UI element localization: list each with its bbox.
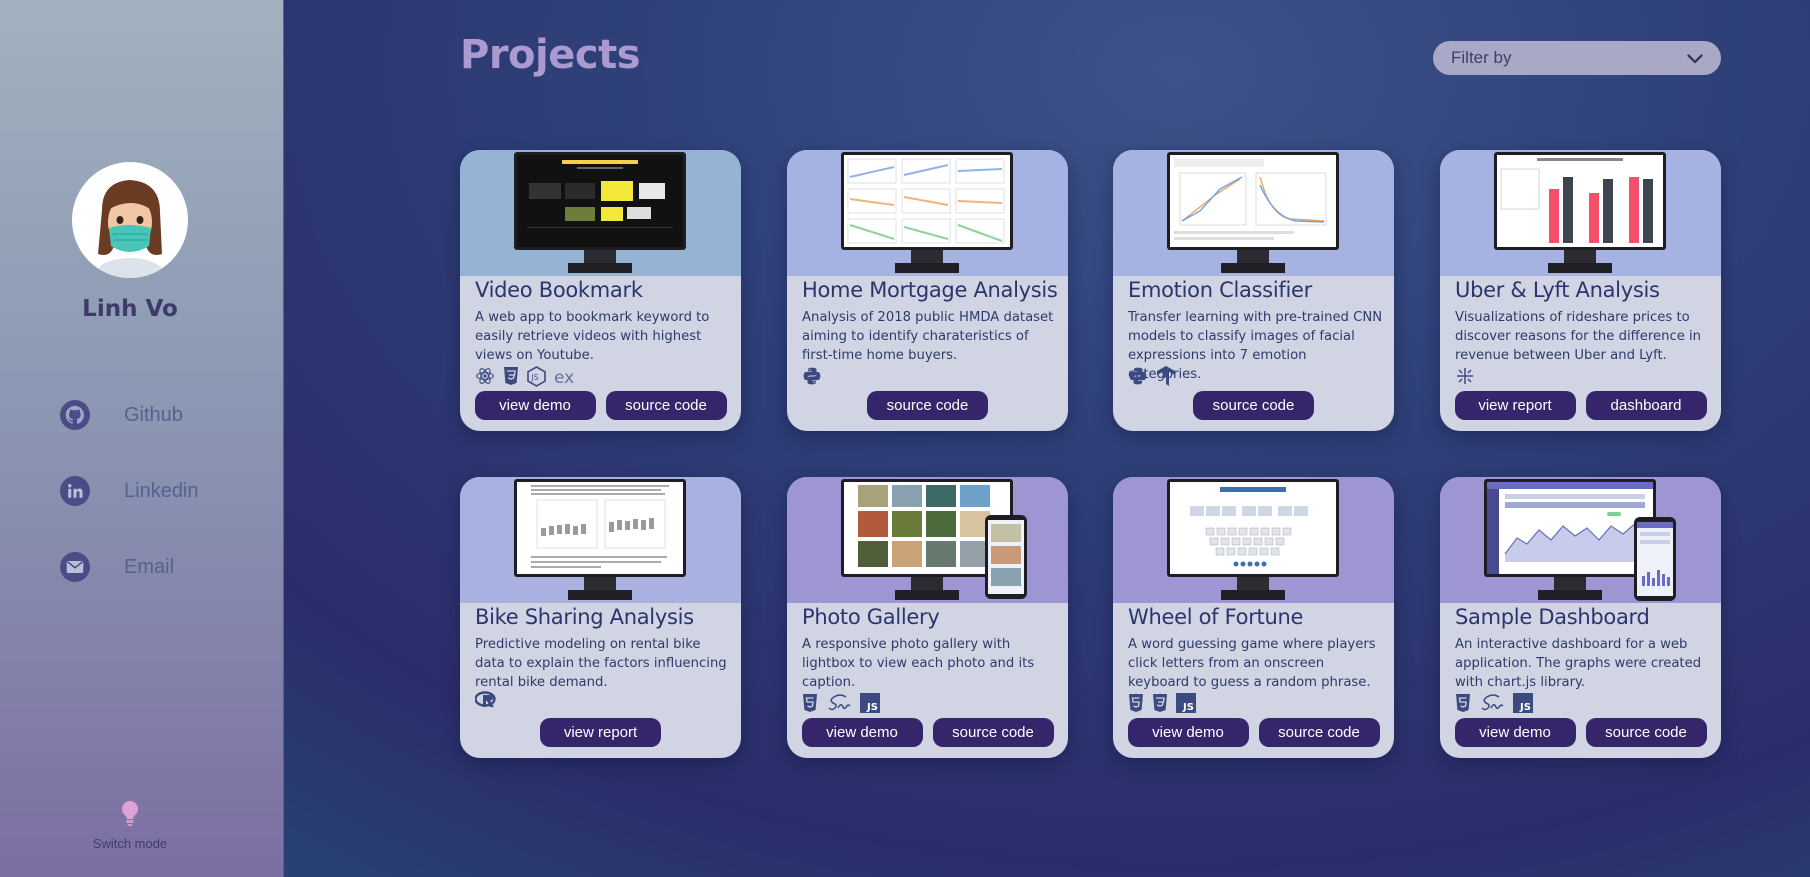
svg-text:JS: JS <box>531 373 539 382</box>
view-report-button[interactable]: view report <box>540 718 661 747</box>
switch-mode-button[interactable]: Switch mode <box>70 800 190 851</box>
filter-label: Filter by <box>1451 48 1512 67</box>
project-card: Video Bookmark A web app to bookmark key… <box>460 150 741 431</box>
project-title: Bike Sharing Analysis <box>475 605 694 629</box>
project-description: Visualizations of rideshare prices to di… <box>1455 310 1702 363</box>
page-title: Projects <box>460 32 641 78</box>
tech-stack <box>1128 365 1176 391</box>
view-demo-button[interactable]: view demo <box>1127 718 1249 747</box>
project-preview <box>1113 477 1394 603</box>
html5-icon <box>1128 693 1144 717</box>
javascript-icon: JS <box>1176 693 1196 717</box>
nodejs-icon: JS <box>527 365 546 391</box>
project-description: Analysis of 2018 public HMDA dataset aim… <box>802 310 1054 363</box>
project-preview <box>787 477 1068 603</box>
tech-stack <box>802 367 822 389</box>
tech-stack <box>474 691 497 713</box>
github-icon <box>60 400 90 430</box>
project-title: Wheel of Fortune <box>1128 605 1304 629</box>
sidebar: Linh Vo Github Linkedin Email Switch mod… <box>0 0 284 877</box>
tech-stack: JS <box>802 693 880 717</box>
react-icon <box>475 366 495 390</box>
project-preview <box>1113 150 1394 276</box>
project-title: Emotion Classifier <box>1128 278 1312 302</box>
linkedin-icon <box>60 476 90 506</box>
github-label: Github <box>124 403 183 426</box>
project-card: Photo Gallery A responsive photo gallery… <box>787 477 1068 758</box>
project-preview <box>787 150 1068 276</box>
project-description: A responsive photo gallery with lightbox… <box>802 637 1035 690</box>
css3-icon <box>503 366 519 390</box>
html5-icon <box>1455 693 1471 717</box>
project-description: A web app to bookmark keyword to easily … <box>475 310 710 363</box>
chevron-down-icon <box>1687 49 1703 68</box>
javascript-icon: JS <box>1513 693 1533 717</box>
dashboard-button[interactable]: dashboard <box>1585 391 1707 420</box>
tech-stack: JS <box>1128 693 1196 717</box>
express-icon: ex <box>554 368 575 388</box>
project-description: Predictive modeling on rental bike data … <box>475 637 727 690</box>
tensorflow-icon <box>1156 365 1176 391</box>
project-preview <box>1440 477 1721 603</box>
python-icon <box>802 366 822 390</box>
source-code-button[interactable]: source code <box>1193 391 1314 420</box>
tech-stack: JS <box>1455 693 1533 717</box>
project-preview <box>460 150 741 276</box>
source-code-button[interactable]: source code <box>1258 718 1380 747</box>
tech-stack: JS ex <box>475 365 575 391</box>
linkedin-link[interactable]: Linkedin <box>60 476 199 506</box>
project-preview <box>1440 150 1721 276</box>
source-code-button[interactable]: source code <box>932 718 1054 747</box>
project-description: A word guessing game where players click… <box>1128 637 1376 690</box>
user-name: Linh Vo <box>82 296 178 322</box>
view-report-button[interactable]: view report <box>1454 391 1576 420</box>
project-card: Emotion Classifier Transfer learning wit… <box>1113 150 1394 431</box>
project-card: Sample Dashboard An interactive dashboar… <box>1440 477 1721 758</box>
source-code-button[interactable]: source code <box>867 391 988 420</box>
github-link[interactable]: Github <box>60 400 183 430</box>
view-demo-button[interactable]: view demo <box>474 391 596 420</box>
css3-icon <box>1152 693 1168 717</box>
tableau-icon <box>1455 366 1475 390</box>
project-title: Photo Gallery <box>802 605 940 629</box>
lightbulb-icon <box>121 801 139 832</box>
email-label: Email <box>124 555 175 578</box>
sass-icon <box>826 693 852 717</box>
project-card: Wheel of Fortune A word guessing game wh… <box>1113 477 1394 758</box>
project-title: Sample Dashboard <box>1455 605 1650 629</box>
linkedin-label: Linkedin <box>124 479 199 502</box>
python-icon <box>1128 366 1148 390</box>
tech-stack <box>1455 367 1475 389</box>
email-icon <box>60 552 90 582</box>
view-demo-button[interactable]: view demo <box>1454 718 1576 747</box>
r-icon <box>474 691 497 713</box>
project-title: Home Mortgage Analysis <box>802 278 1058 302</box>
project-preview <box>460 477 741 603</box>
project-title: Uber & Lyft Analysis <box>1455 278 1660 302</box>
javascript-icon: JS <box>860 693 880 717</box>
source-code-button[interactable]: source code <box>605 391 727 420</box>
source-code-button[interactable]: source code <box>1585 718 1707 747</box>
avatar <box>72 162 188 278</box>
svg-text:JS: JS <box>1519 702 1531 713</box>
svg-text:JS: JS <box>1182 702 1194 713</box>
project-card: Bike Sharing Analysis Predictive modelin… <box>460 477 741 758</box>
switch-mode-label: Switch mode <box>92 836 168 851</box>
filter-dropdown[interactable]: Filter by <box>1433 41 1721 75</box>
project-card: Uber & Lyft Analysis Visualizations of r… <box>1440 150 1721 431</box>
view-demo-button[interactable]: view demo <box>801 718 923 747</box>
sass-icon <box>1479 693 1505 717</box>
project-card: Home Mortgage Analysis Analysis of 2018 … <box>787 150 1068 431</box>
svg-text:JS: JS <box>866 702 878 713</box>
html5-icon <box>802 693 818 717</box>
email-link[interactable]: Email <box>60 552 174 582</box>
project-description: An interactive dashboard for a web appli… <box>1455 637 1702 690</box>
project-title: Video Bookmark <box>475 278 643 302</box>
